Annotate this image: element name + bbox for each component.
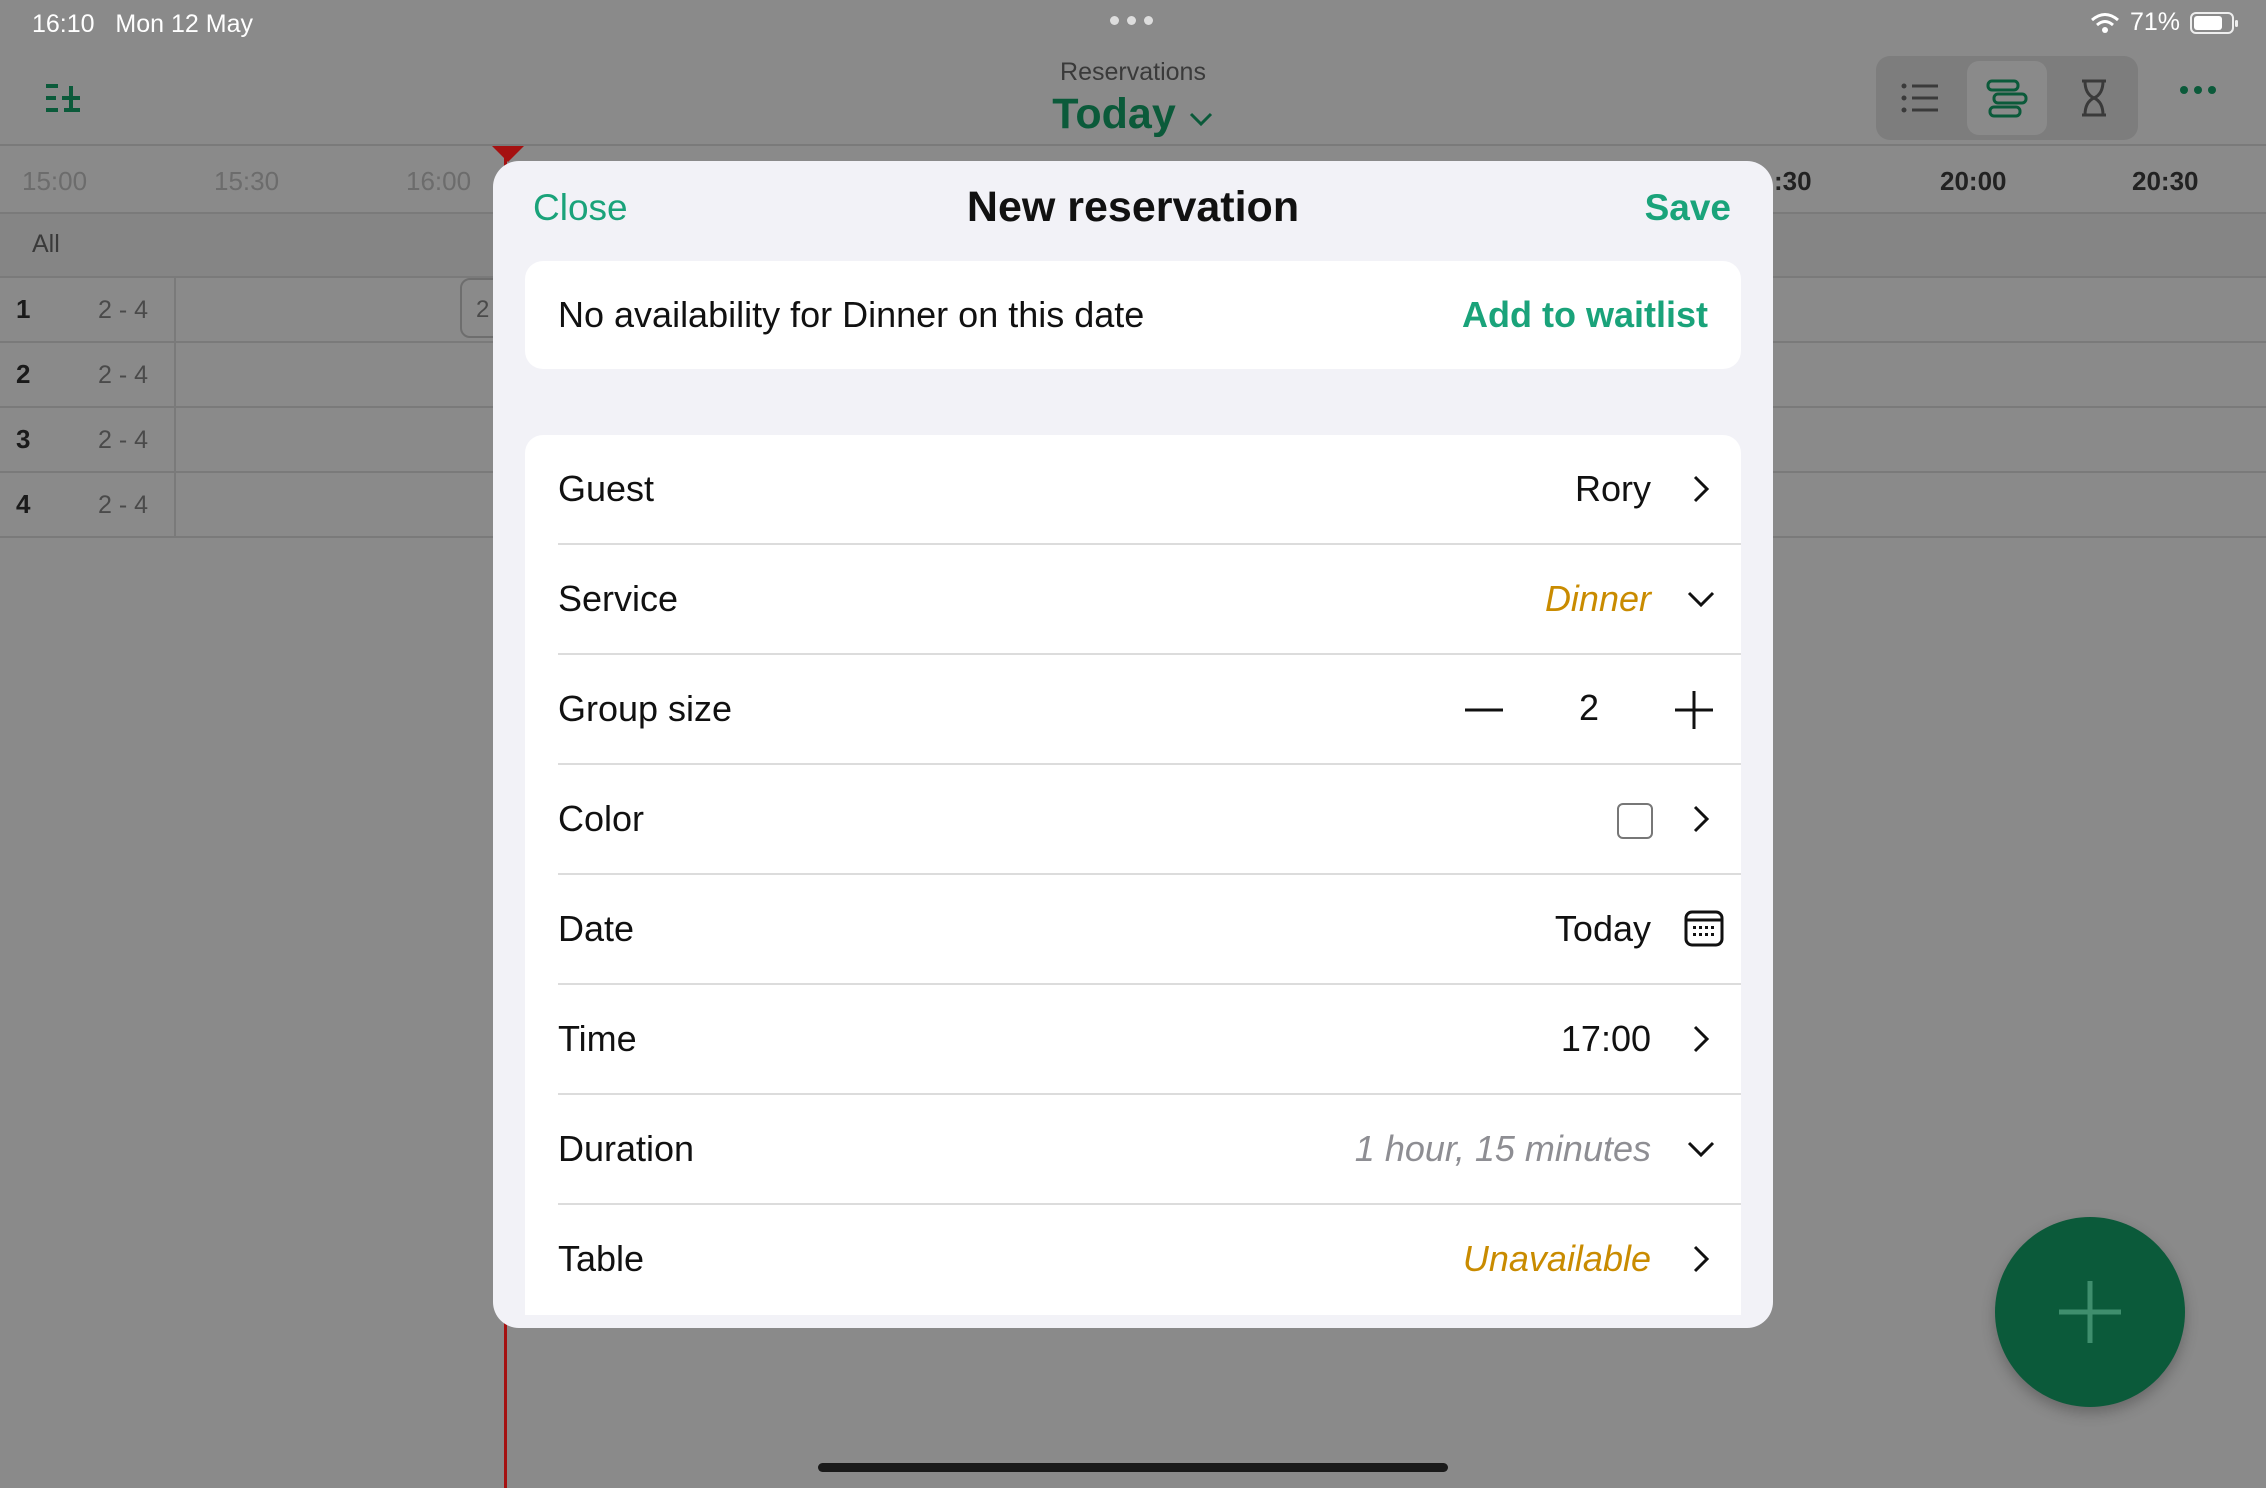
- service-row[interactable]: Service Dinner: [558, 545, 1741, 655]
- date-row[interactable]: Date Today: [558, 875, 1741, 985]
- time-label: :30: [1774, 166, 1812, 196]
- plus-icon: [2059, 1281, 2121, 1343]
- battery-icon: [2190, 11, 2238, 34]
- new-reservation-sheet: Close New reservation Save No availabili…: [493, 161, 1773, 1328]
- duration-label: Duration: [558, 1128, 695, 1169]
- time-label: 15:00: [22, 166, 88, 196]
- group-size-label: Group size: [558, 688, 733, 729]
- list-view-button[interactable]: [1880, 61, 1960, 135]
- status-time: 16:10 Mon 12 May: [32, 10, 253, 39]
- list-icon: [1901, 83, 1938, 113]
- reservation-form: Guest Rory Service Dinner Group size 2 C…: [525, 435, 1741, 1315]
- navigation-bar: Reservations Today: [0, 50, 2266, 146]
- multitasking-dots-icon[interactable]: [1110, 16, 1153, 25]
- time-label: 20:00: [1940, 166, 2007, 196]
- table-row-field[interactable]: Table Unavailable: [558, 1205, 1741, 1315]
- color-row[interactable]: Color: [558, 765, 1741, 875]
- date-title-label: Today: [1052, 90, 1176, 138]
- guest-row[interactable]: Guest Rory: [558, 435, 1741, 545]
- table-number: 2: [16, 359, 31, 389]
- table-number: 1: [16, 294, 31, 324]
- chevron-right-icon: [1693, 475, 1710, 503]
- time-label: 20:30: [2132, 166, 2199, 196]
- row-divider: [174, 408, 176, 473]
- add-reservation-button[interactable]: [1995, 1217, 2185, 1407]
- group-size-stepper: 2: [1459, 675, 1719, 745]
- chevron-right-icon: [1693, 1025, 1710, 1053]
- table-value: Unavailable: [1462, 1238, 1651, 1279]
- color-label: Color: [558, 798, 645, 839]
- table-label: Table: [558, 1238, 645, 1279]
- availability-message: No availability for Dinner on this date: [558, 294, 1145, 335]
- calendar-icon[interactable]: [1683, 907, 1725, 949]
- table-capacity: 2 - 4: [98, 296, 149, 324]
- wifi-icon: [2090, 12, 2119, 33]
- view-segmented-control: [1876, 56, 2138, 140]
- group-size-row: Group size 2: [558, 655, 1741, 765]
- chevron-right-icon: [1693, 805, 1710, 833]
- table-number: 3: [16, 424, 31, 454]
- hourglass-icon: [2082, 79, 2107, 117]
- table-capacity: 2 - 4: [98, 491, 149, 519]
- more-options-icon[interactable]: [2180, 86, 2216, 94]
- battery-percent: 71%: [2129, 8, 2180, 36]
- time-label: 15:30: [214, 166, 280, 196]
- sheet-header: Close New reservation Save: [493, 161, 1773, 261]
- time-row[interactable]: Time 17:00: [558, 985, 1741, 1095]
- table-capacity: 2 - 4: [98, 361, 149, 389]
- availability-notice: No availability for Dinner on this date …: [525, 261, 1741, 369]
- chevron-down-icon: [1687, 1141, 1715, 1158]
- time-label: Time: [558, 1018, 637, 1059]
- service-value: Dinner: [1544, 578, 1651, 619]
- chevron-right-icon: [1693, 1245, 1710, 1273]
- sheet-title: New reservation: [966, 183, 1300, 231]
- guest-value: Rory: [1574, 468, 1651, 509]
- date-value: Today: [1554, 908, 1651, 949]
- duration-row[interactable]: Duration 1 hour, 15 minutes: [558, 1095, 1741, 1205]
- waitlist-view-button[interactable]: [2054, 61, 2134, 135]
- save-button[interactable]: Save: [1645, 187, 1731, 229]
- current-time-marker: [492, 146, 524, 162]
- row-divider: [174, 278, 176, 343]
- service-label: Service: [558, 578, 679, 619]
- status-date: Mon 12 May: [115, 10, 253, 38]
- table-number: 4: [16, 489, 31, 519]
- timeline-icon: [1986, 79, 2028, 118]
- chevron-down-icon: [1189, 112, 1212, 127]
- all-label: All: [32, 230, 60, 258]
- color-swatch: [1617, 803, 1653, 839]
- date-label: Date: [558, 908, 635, 949]
- add-to-waitlist-button[interactable]: Add to waitlist: [1462, 294, 1708, 336]
- row-divider: [174, 473, 176, 538]
- chevron-down-icon: [1687, 591, 1715, 608]
- time-label: 16:00: [406, 166, 472, 196]
- plus-icon[interactable]: [1669, 685, 1719, 735]
- status-right: 71%: [2090, 8, 2238, 37]
- guest-label: Guest: [558, 468, 655, 509]
- status-bar: 16:10 Mon 12 May 71%: [0, 0, 2266, 50]
- status-clock: 16:10: [32, 10, 95, 38]
- home-indicator[interactable]: [818, 1463, 1448, 1472]
- time-value: 17:00: [1560, 1018, 1651, 1059]
- duration-value: 1 hour, 15 minutes: [1354, 1128, 1651, 1169]
- row-divider: [174, 343, 176, 408]
- table-capacity: 2 - 4: [98, 426, 149, 454]
- timeline-view-button[interactable]: [1966, 61, 2047, 135]
